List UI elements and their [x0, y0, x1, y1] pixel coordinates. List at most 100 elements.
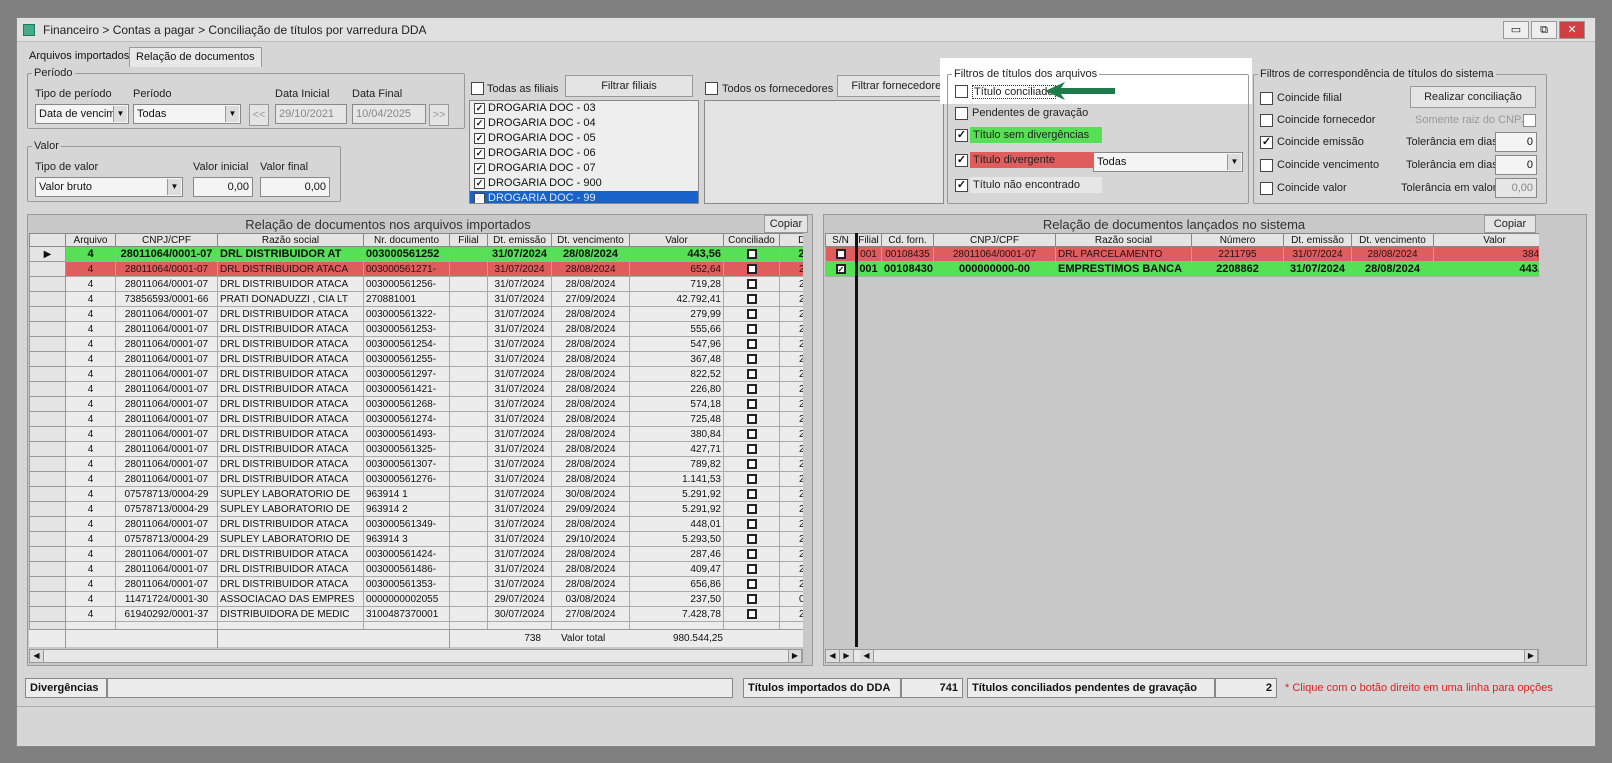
table-row[interactable]: 4 28011064/0001-07 DRL DISTRIBUIDOR ATACA 0… — [29, 366, 803, 382]
sn-checkbox[interactable] — [835, 248, 846, 259]
conciliado-checkbox[interactable] — [746, 353, 757, 364]
tab-arquivos-importados[interactable]: Arquivos importados — [23, 47, 135, 67]
filial-checkbox[interactable]: ✓ — [474, 163, 485, 174]
minimize-button[interactable]: ▭ — [1503, 21, 1529, 39]
filial-checkbox[interactable]: ✓ — [474, 118, 485, 129]
column-header[interactable]: Dt. — [779, 233, 803, 247]
filial-list-item[interactable]: ✓ DROGARIA DOC - 03 — [470, 101, 698, 116]
table-row[interactable]: 4 28011064/0001-07 DRL DISTRIBUIDOR ATACA 0… — [29, 351, 803, 367]
filial-checkbox[interactable]: ✓ — [474, 148, 485, 159]
coincide-valor-checkbox[interactable] — [1260, 182, 1273, 195]
filiais-list[interactable]: ✓ DROGARIA DOC - 03 ✓ DROGARIA DOC - 04 ✓ DRO… — [469, 100, 699, 204]
column-header[interactable]: CNPJ/CPF — [933, 233, 1056, 247]
titulo-conciliado-checkbox[interactable] — [955, 85, 968, 98]
restore-button[interactable]: ⧉ — [1531, 21, 1557, 39]
table-row[interactable]: 4 28011064/0001-07 DRL DISTRIBUIDOR ATACA 0… — [29, 576, 803, 592]
column-header[interactable]: Filial — [449, 233, 488, 247]
conciliado-checkbox[interactable] — [746, 578, 757, 589]
filial-checkbox[interactable]: ✓ — [474, 178, 485, 189]
left-horizontal-scrollbar[interactable]: ◀ ▶ — [29, 649, 803, 663]
scroll-left-icon[interactable]: ◀ — [860, 650, 874, 662]
conciliado-checkbox[interactable] — [746, 323, 757, 334]
tolerancia-vencimento-field[interactable]: 0 — [1495, 155, 1537, 175]
scroll-left-icon[interactable]: ◀ — [30, 650, 44, 662]
filial-list-item[interactable]: ✓ DROGARIA DOC - 99 — [470, 191, 698, 203]
valor-inicial-field[interactable]: 0,00 — [193, 177, 253, 197]
table-row[interactable]: 4 73856593/0001-66 PRATI DONADUZZI , CIA L… — [29, 291, 803, 307]
table-row[interactable]: 4 61940292/0001-37 DISTRIBUIDORA DE MEDIC 3… — [29, 606, 803, 622]
conciliado-checkbox[interactable] — [746, 398, 757, 409]
column-header[interactable]: Filial — [855, 233, 882, 247]
titulo-divergente-checkbox[interactable]: ✓ — [955, 154, 968, 167]
table-row[interactable]: 4 28011064/0001-07 DRL DISTRIBUIDOR ATACA 0… — [29, 411, 803, 427]
coincide-filial-checkbox[interactable] — [1260, 92, 1273, 105]
close-button[interactable]: ✕ — [1559, 21, 1585, 39]
filial-list-item[interactable]: ✓ DROGARIA DOC - 900 — [470, 176, 698, 191]
table-row[interactable]: 4 28011064/0001-07 DRL DISTRIBUIDOR ATACA 0… — [29, 381, 803, 397]
column-header[interactable]: Cd. forn. — [881, 233, 934, 247]
table-row[interactable]: 4 28011064/0001-07 DRL DISTRIBUIDOR ATACA 0… — [29, 261, 803, 277]
filial-checkbox[interactable]: ✓ — [474, 133, 485, 144]
valor-final-field[interactable]: 0,00 — [260, 177, 330, 197]
conciliado-checkbox[interactable] — [746, 383, 757, 394]
table-row[interactable]: 4 28011064/0001-07 DRL DISTRIBUIDOR ATACA 0… — [29, 396, 803, 412]
conciliado-checkbox[interactable] — [746, 518, 757, 529]
table-row[interactable]: 4 28011064/0001-07 DRL DISTRIBUIDOR ATACA 0… — [29, 306, 803, 322]
filial-list-item[interactable]: ✓ DROGARIA DOC - 05 — [470, 131, 698, 146]
conciliado-checkbox[interactable] — [746, 263, 757, 274]
tipo-periodo-select[interactable]: Data de vencim ▼ — [35, 104, 129, 124]
left-grid[interactable]: Arquivo CNPJ/CPF Razão social Nr. documento… — [29, 233, 803, 629]
pendentes-gravacao-checkbox[interactable] — [955, 107, 968, 120]
table-row[interactable]: 4 28011064/0001-07 DRL DISTRIBUIDOR ATACA 0… — [29, 441, 803, 457]
conciliado-checkbox[interactable] — [746, 533, 757, 544]
sn-checkbox[interactable]: ✓ — [835, 264, 846, 275]
column-header[interactable]: Dt. vencimento — [1351, 233, 1434, 247]
conciliado-checkbox[interactable] — [746, 368, 757, 379]
column-header[interactable]: Dt. vencimento — [551, 233, 630, 247]
table-row[interactable]: 4 28011064/0001-07 DRL DISTRIBUIDOR ATACA 0… — [29, 276, 803, 292]
coincide-emissao-checkbox[interactable]: ✓ — [1260, 136, 1273, 149]
table-row[interactable]: 4 28011064/0001-07 DRL DISTRIBUIDOR ATACA 0… — [29, 516, 803, 532]
column-header[interactable]: Valor — [1433, 233, 1539, 247]
conciliado-checkbox[interactable] — [746, 563, 757, 574]
conciliado-checkbox[interactable] — [746, 293, 757, 304]
titulo-nao-encontrado-checkbox[interactable]: ✓ — [955, 179, 968, 192]
scroll-right-icon[interactable]: ▶ — [788, 650, 802, 662]
table-row[interactable]: 001 00108435 28011064/0001-07 DRL PARCELAME… — [825, 246, 1539, 262]
divergente-select[interactable]: Todas ▼ — [1093, 152, 1243, 172]
table-row[interactable]: 4 28011064/0001-07 DRL DISTRIBUIDOR ATACA 0… — [29, 471, 803, 487]
column-header[interactable]: CNPJ/CPF — [115, 233, 218, 247]
periodo-select[interactable]: Todas ▼ — [133, 104, 241, 124]
scroll-left-icon[interactable]: ◀ — [826, 650, 840, 662]
conciliado-checkbox[interactable] — [746, 443, 757, 454]
conciliado-checkbox[interactable] — [746, 488, 757, 499]
filial-list-item[interactable]: ✓ DROGARIA DOC - 06 — [470, 146, 698, 161]
conciliado-checkbox[interactable] — [746, 593, 757, 604]
todos-fornecedores-checkbox[interactable] — [705, 82, 718, 95]
data-final-field[interactable]: 10/04/2025 — [352, 104, 426, 124]
next-date-button[interactable]: >> — [429, 104, 449, 126]
table-row[interactable]: 4 28011064/0001-07 DRL DISTRIBUIDOR ATACA 0… — [29, 321, 803, 337]
right-horizontal-scrollbar[interactable]: ◀ ▶ ◀ ▶ — [825, 649, 1539, 663]
table-row[interactable]: 4 28011064/0001-07 DRL DISTRIBUIDOR ATACA 0… — [29, 336, 803, 352]
table-row[interactable]: 4 07578713/0004-29 SUPLEY LABORATORIO DE 96… — [29, 531, 803, 547]
column-header[interactable]: Valor — [629, 233, 724, 247]
tab-relacao-documentos[interactable]: Relação de documentos — [129, 47, 262, 67]
table-row[interactable]: ▶ 4 28011064/0001-07 DRL DISTRIBUIDOR AT 003… — [29, 246, 803, 262]
tolerancia-valor-field[interactable]: 0,00 — [1495, 178, 1537, 198]
conciliado-checkbox[interactable] — [746, 278, 757, 289]
conciliado-checkbox[interactable] — [746, 338, 757, 349]
table-row[interactable]: 4 07578713/0004-29 SUPLEY LABORATORIO DE 96… — [29, 501, 803, 517]
table-row[interactable]: 4 28011064/0001-07 DRL DISTRIBUIDOR ATACA 0… — [29, 546, 803, 562]
table-row[interactable]: 4 28011064/0001-07 DRL DISTRIBUIDOR ATACA 0… — [29, 456, 803, 472]
conciliado-checkbox[interactable] — [746, 308, 757, 319]
table-row[interactable]: 4 07578713/0004-29 SUPLEY LABORATORIO DE 96… — [29, 486, 803, 502]
table-row[interactable]: 4 28011064/0001-07 DRL DISTRIBUIDOR ATACA 0… — [29, 561, 803, 577]
tipo-valor-select[interactable]: Valor bruto ▼ — [35, 177, 183, 197]
table-row[interactable]: 4 11471724/0001-30 ASSOCIACAO DAS EMPRES 00… — [29, 591, 803, 607]
column-header[interactable]: Dt. emissão — [487, 233, 552, 247]
table-row[interactable]: 4 28011064/0001-07 DRL DISTRIBUIDOR ATACA 0… — [29, 426, 803, 442]
column-header[interactable]: Número — [1191, 233, 1284, 247]
column-header[interactable]: Arquivo — [65, 233, 116, 247]
filial-checkbox[interactable]: ✓ — [474, 103, 485, 114]
